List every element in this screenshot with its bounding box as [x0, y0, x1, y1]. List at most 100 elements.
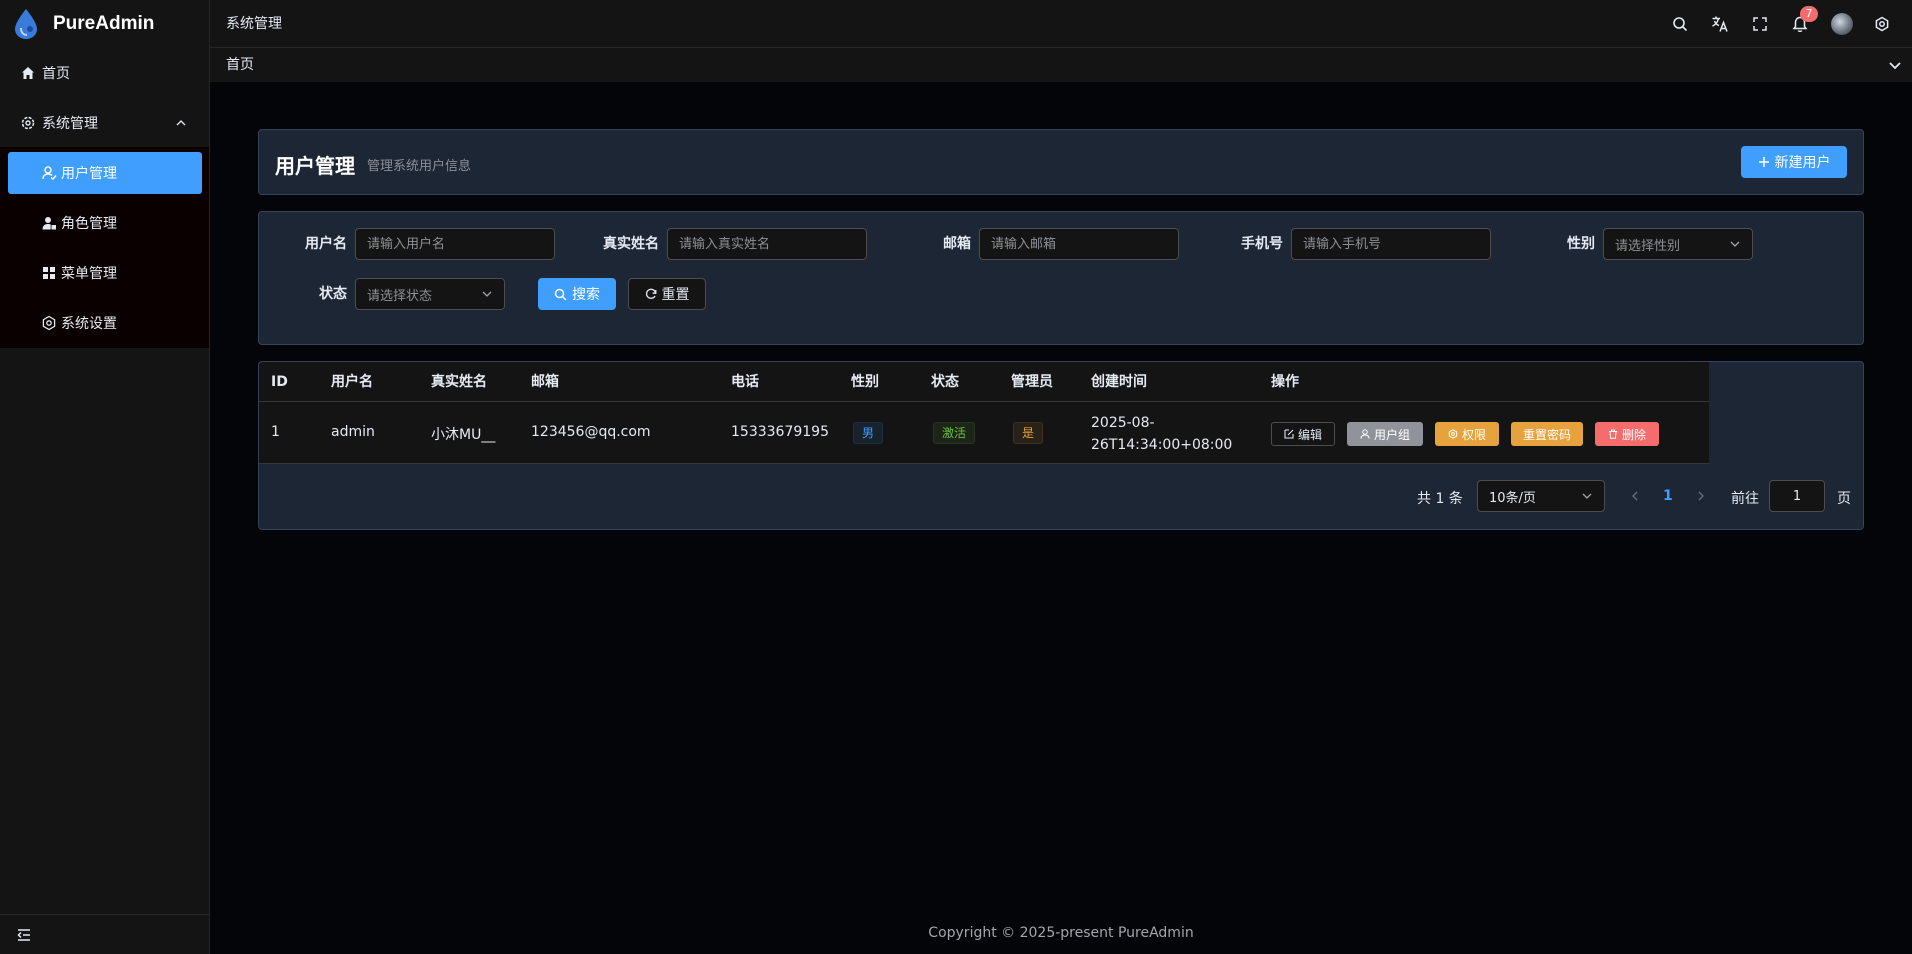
prev-page-icon[interactable] [1629, 490, 1641, 502]
chevron-down-icon [1730, 241, 1740, 247]
user-group-label: 用户组 [1373, 427, 1410, 442]
top-navbar: 系统管理 7 [210, 0, 1912, 48]
collapse-icon [17, 928, 30, 941]
sidebar-item-label: 系统设置 [61, 316, 117, 332]
column-header: 邮箱 [531, 374, 559, 390]
page-title: 用户管理 [275, 154, 355, 178]
column-header: 状态 [931, 374, 959, 390]
chevron-down-icon [1582, 493, 1592, 499]
sidebar-item-users[interactable]: 用户管理 [8, 152, 202, 194]
filter-card: 用户名 真实姓名 邮箱 手机号 性别 请选择性别 状态 请选择状态 搜索 重置 [258, 211, 1864, 345]
user-group-button[interactable]: 用户组 [1347, 422, 1423, 446]
status-select[interactable]: 请选择状态 [355, 278, 505, 310]
gear-icon [21, 116, 35, 130]
cell-id: 1 [271, 424, 280, 440]
sidebar-item-menus[interactable]: 菜单管理 [8, 252, 202, 294]
reset-password-button[interactable]: 重置密码 [1511, 422, 1583, 446]
goto-label: 前往 [1731, 491, 1759, 507]
logo[interactable]: PureAdmin [0, 0, 209, 48]
gear-icon [1448, 429, 1458, 439]
username-label: 用户名 [305, 236, 347, 252]
sidebar-item-label: 首页 [42, 66, 70, 82]
cell-realname: 小沐MU__ [431, 427, 496, 443]
sidebar-item-label: 用户管理 [61, 166, 117, 182]
fullscreen-icon [1753, 17, 1767, 31]
sidebar-item-system[interactable]: 系统管理 [0, 98, 209, 148]
sidebar-item-roles[interactable]: 角色管理 [8, 202, 202, 244]
username-input[interactable] [355, 228, 555, 260]
edit-icon [1284, 429, 1294, 439]
sidebar-item-label: 系统管理 [42, 116, 98, 132]
gender-select[interactable]: 请选择性别 [1603, 228, 1753, 260]
page-number-current[interactable]: 1 [1663, 488, 1673, 504]
page-suffix: 页 [1837, 491, 1851, 507]
realname-input[interactable] [667, 228, 867, 260]
sidebar-item-label: 菜单管理 [61, 266, 117, 282]
status-select-value: 请选择状态 [367, 288, 433, 304]
delete-button[interactable]: 删除 [1595, 422, 1659, 446]
search-button[interactable]: 搜索 [538, 278, 616, 310]
settings-button[interactable] [1870, 12, 1894, 36]
sidebar-item-home[interactable]: 首页 [0, 48, 209, 98]
goto-page-input[interactable] [1769, 480, 1825, 512]
chevron-down-icon[interactable] [1886, 56, 1904, 74]
user-icon [1360, 429, 1370, 439]
breadcrumb[interactable]: 系统管理 [226, 0, 282, 48]
add-user-button[interactable]: 新建用户 [1741, 146, 1847, 178]
page-subtitle: 管理系统用户信息 [367, 159, 472, 174]
page-size-value: 10条/页 [1489, 490, 1536, 506]
table-header: ID 用户名 真实姓名 邮箱 电话 性别 状态 管理员 创建时间 操作 [259, 362, 1709, 402]
grid-icon [43, 267, 55, 279]
user-table: ID 用户名 真实姓名 邮箱 电话 性别 状态 管理员 创建时间 操作 1 ad… [259, 362, 1709, 464]
edit-label: 编辑 [1297, 427, 1322, 442]
footer-copyright: Copyright © 2025-present PureAdmin [928, 925, 1194, 941]
phone-label: 手机号 [1241, 236, 1283, 252]
reset-label: 重置 [661, 287, 690, 303]
status-tag: 激活 [933, 422, 976, 444]
gender-select-value: 请选择性别 [1615, 238, 1681, 254]
tags-view: 首页 [210, 48, 1912, 82]
fullscreen-button[interactable] [1748, 12, 1772, 36]
translate-icon [1712, 16, 1728, 32]
add-user-label: 新建用户 [1774, 155, 1831, 171]
email-label: 邮箱 [943, 236, 971, 252]
cell-phone: 15333679195 [731, 424, 829, 440]
sidebar-item-settings[interactable]: 系统设置 [8, 302, 202, 344]
user-avatar-button[interactable] [1830, 12, 1854, 36]
plus-icon [1758, 157, 1769, 167]
reset-button[interactable]: 重置 [628, 278, 706, 310]
translate-button[interactable] [1708, 12, 1732, 36]
column-header: 电话 [731, 374, 759, 390]
realname-label: 真实姓名 [603, 236, 659, 252]
edit-button[interactable]: 编辑 [1271, 422, 1335, 446]
gender-tag: 男 [853, 422, 884, 444]
column-header: 用户名 [331, 374, 373, 390]
search-button[interactable] [1668, 12, 1692, 36]
search-label: 搜索 [572, 287, 600, 303]
reset-password-label: 重置密码 [1522, 427, 1571, 442]
column-header: 创建时间 [1091, 374, 1147, 390]
table-card: ID 用户名 真实姓名 邮箱 电话 性别 状态 管理员 创建时间 操作 1 ad… [258, 361, 1864, 530]
created-time: 26T14:34:00+08:00 [1091, 437, 1233, 453]
notification-badge: 7 [1800, 6, 1818, 22]
status-label: 状态 [319, 286, 347, 302]
admin-tag: 是 [1013, 422, 1044, 444]
chevron-down-icon [482, 291, 492, 297]
user-icon [42, 166, 57, 180]
settings-icon [42, 315, 56, 331]
app-name: PureAdmin [53, 13, 155, 34]
notification-button[interactable]: 7 [1788, 6, 1818, 36]
cell-username: admin [331, 424, 375, 440]
refresh-icon [645, 288, 656, 299]
page-size-select[interactable]: 10条/页 [1477, 480, 1605, 512]
permission-label: 权限 [1461, 427, 1486, 442]
email-input[interactable] [979, 228, 1179, 260]
phone-input[interactable] [1291, 228, 1491, 260]
logo-icon [15, 9, 37, 39]
avatar [1831, 13, 1853, 35]
tab-home[interactable]: 首页 [226, 48, 254, 82]
permission-button[interactable]: 权限 [1435, 422, 1499, 446]
page-header-card: 用户管理 管理系统用户信息 新建用户 [258, 129, 1864, 195]
collapse-sidebar-button[interactable] [0, 914, 209, 954]
next-page-icon[interactable] [1695, 490, 1707, 502]
